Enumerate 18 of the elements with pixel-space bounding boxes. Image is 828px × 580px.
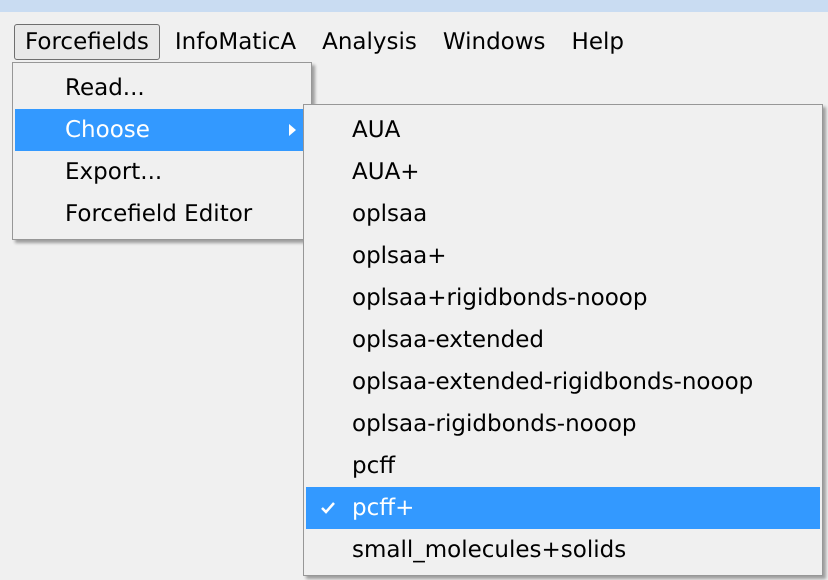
menu-item[interactable]: AUA <box>306 109 820 151</box>
menu-item[interactable]: oplsaa <box>306 193 820 235</box>
menu-item[interactable]: Export... <box>15 151 309 193</box>
menu-item[interactable]: oplsaa-extended <box>306 319 820 361</box>
menu-item[interactable]: Forcefield Editor <box>15 193 309 235</box>
menu-item[interactable]: oplsaa+rigidbonds-nooop <box>306 277 820 319</box>
menu-item[interactable]: AUA+ <box>306 151 820 193</box>
menu-item[interactable]: small_molecules+solids <box>306 529 820 571</box>
menu-bar-item[interactable]: Windows <box>432 24 557 60</box>
menu-bar-item[interactable]: Analysis <box>311 24 428 60</box>
menu-bar-item[interactable]: Help <box>560 24 635 60</box>
menu-bar-item[interactable]: Forcefields <box>14 24 160 60</box>
menu-item[interactable]: oplsaa-extended-rigidbonds-nooop <box>306 361 820 403</box>
menu-item[interactable]: oplsaa-rigidbonds-nooop <box>306 403 820 445</box>
menu-item[interactable]: oplsaa+ <box>306 235 820 277</box>
menu-item[interactable]: pcff <box>306 445 820 487</box>
menu-item[interactable]: Read... <box>15 67 309 109</box>
menu-bar-item[interactable]: InfoMaticA <box>164 24 308 60</box>
